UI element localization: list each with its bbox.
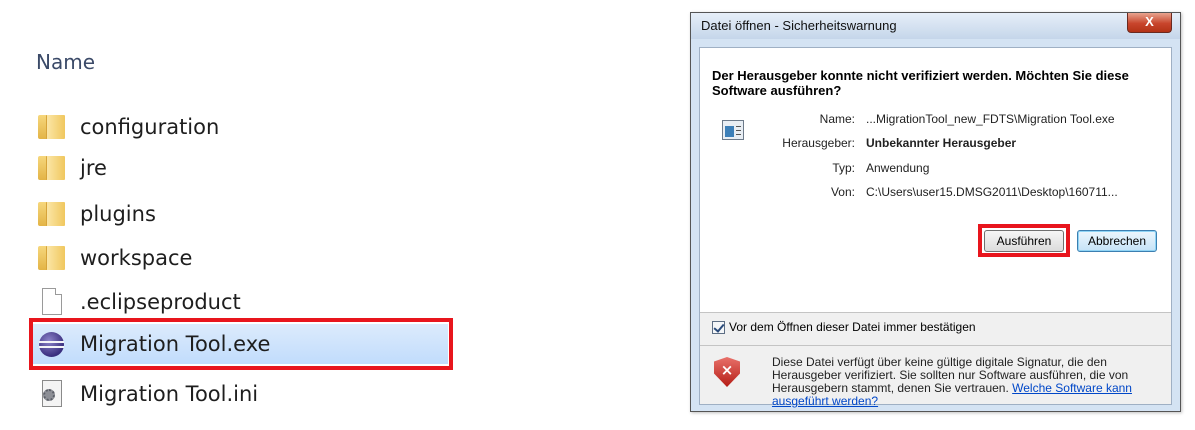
file-name: jre [80,156,107,180]
folder-icon [36,198,68,230]
folder-icon [36,152,68,184]
warning-area: × Diese Datei verfügt über keine gültige… [700,346,1171,408]
dialog-body: Der Herausgeber konnte nicht verifiziert… [699,47,1172,408]
name-value: ...MigrationTool_new_FDTS\Migration Tool… [866,112,1115,126]
list-item-plugins[interactable]: plugins [30,194,448,234]
file-name: workspace [80,246,193,270]
file-name: Migration Tool.ini [80,382,259,406]
confirm-checkbox-label[interactable]: Vor dem Öffnen dieser Datei immer bestät… [729,320,976,334]
dialog-title: Datei öffnen - Sicherheitswarnung [701,18,897,33]
security-warning-dialog: Datei öffnen - Sicherheitswarnung X Der … [690,12,1181,412]
dialog-heading: Der Herausgeber konnte nicht verifiziert… [712,68,1129,98]
column-header-name[interactable]: Name [36,50,95,74]
run-button[interactable]: Ausführen [984,230,1064,252]
list-item-eclipseproduct[interactable]: .eclipseproduct [30,282,448,322]
list-item-jre[interactable]: jre [30,148,448,188]
list-item-migration-tool-ini[interactable]: Migration Tool.ini [30,374,448,414]
folder-icon [36,111,68,143]
confirm-checkbox-row[interactable]: Vor dem Öffnen dieser Datei immer bestät… [712,320,976,334]
file-icon [36,286,68,318]
name-label: Name: [819,112,855,126]
file-name: Migration Tool.exe [80,332,271,356]
file-explorer: Name configuration jre plugins workspace… [0,0,480,430]
dialog-titlebar[interactable]: Datei öffnen - Sicherheitswarnung X [691,13,1180,39]
from-value: C:\Users\user15.DMSG2011\Desktop\160711.… [866,185,1118,199]
close-button[interactable]: X [1127,13,1172,33]
dialog-main-area: Der Herausgeber konnte nicht verifiziert… [700,48,1171,312]
type-value: Anwendung [866,161,930,175]
confirm-checkbox[interactable] [712,320,725,334]
list-item-configuration[interactable]: configuration [30,107,448,147]
file-name: .eclipseproduct [80,290,241,314]
ini-file-icon [36,378,68,410]
cancel-button[interactable]: Abbrechen [1077,230,1157,252]
application-icon [722,120,744,140]
checkmark-icon [713,320,725,333]
list-item-migration-tool-exe[interactable]: Migration Tool.exe [30,324,448,364]
publisher-value: Unbekannter Herausgeber [866,136,1017,150]
eclipse-icon [36,328,68,360]
from-label: Von: [830,185,855,199]
divider [700,312,1171,313]
warning-text: Diese Datei verfügt über keine gültige d… [772,356,1170,408]
type-label: Typ: [832,161,855,175]
file-name: configuration [80,115,220,139]
folder-icon [36,242,68,274]
list-item-workspace[interactable]: workspace [30,238,448,278]
file-name: plugins [80,202,156,226]
shield-error-icon: × [714,357,740,387]
publisher-label: Herausgeber: [782,136,855,150]
